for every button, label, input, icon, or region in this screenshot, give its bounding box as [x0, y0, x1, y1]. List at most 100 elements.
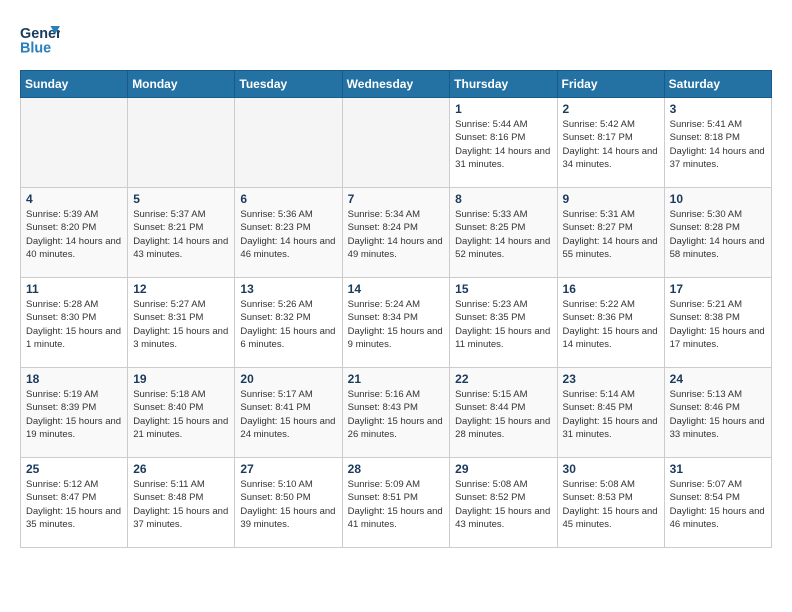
calendar-day-cell: 9Sunrise: 5:31 AMSunset: 8:27 PMDaylight… [557, 188, 664, 278]
calendar-day-cell: 27 Sunrise: 5:10 AMSunset: 8:50 PMDayligh… [235, 458, 342, 548]
day-info: Sunrise: 5:22 AMSunset: 8:36 PMDaylight:… [563, 298, 659, 351]
day-info: Sunrise: 5:15 AMSunset: 8:44 PMDaylight:… [455, 388, 551, 441]
day-number: 19 [133, 372, 229, 386]
day-info: Sunrise: 5:42 AMSunset: 8:17 PMDaylight:… [563, 118, 659, 171]
day-info: Sunrise: 5:23 AMSunset: 8:35 PMDaylight:… [455, 298, 551, 351]
day-info: Sunrise: 5:28 AMSunset: 8:30 PMDaylight:… [26, 298, 122, 351]
calendar-day-cell: 20 Sunrise: 5:17 AMSunset: 8:41 PMDayligh… [235, 368, 342, 458]
calendar-day-cell: 4 Sunrise: 5:39 AMSunset: 8:20 PMDaylight… [21, 188, 128, 278]
calendar-day-cell: 10 Sunrise: 5:30 AMSunset: 8:28 PMDayligh… [664, 188, 771, 278]
day-number: 10 [670, 192, 766, 206]
day-info: Sunrise: 5:14 AMSunset: 8:45 PMDaylight:… [563, 388, 659, 441]
calendar-day-cell: 19Sunrise: 5:18 AMSunset: 8:40 PMDayligh… [128, 368, 235, 458]
day-info: Sunrise: 5:31 AMSunset: 8:27 PMDaylight:… [563, 208, 659, 261]
weekday-header-cell: Wednesday [342, 71, 450, 98]
day-number: 5 [133, 192, 229, 206]
weekday-header-cell: Sunday [21, 71, 128, 98]
weekday-header-row: SundayMondayTuesdayWednesdayThursdayFrid… [21, 71, 772, 98]
calendar-day-cell: 18 Sunrise: 5:19 AMSunset: 8:39 PMDayligh… [21, 368, 128, 458]
calendar-week-row: 4 Sunrise: 5:39 AMSunset: 8:20 PMDaylight… [21, 188, 772, 278]
day-info: Sunrise: 5:09 AMSunset: 8:51 PMDaylight:… [348, 478, 445, 531]
day-number: 17 [670, 282, 766, 296]
day-number: 21 [348, 372, 445, 386]
calendar-day-cell: 14 Sunrise: 5:24 AMSunset: 8:34 PMDayligh… [342, 278, 450, 368]
calendar-day-cell: 13 Sunrise: 5:26 AMSunset: 8:32 PMDayligh… [235, 278, 342, 368]
day-number: 6 [240, 192, 336, 206]
day-info: Sunrise: 5:37 AMSunset: 8:21 PMDaylight:… [133, 208, 229, 261]
calendar-day-cell: 1 Sunrise: 5:44 AMSunset: 8:16 PMDaylight… [450, 98, 557, 188]
day-number: 7 [348, 192, 445, 206]
day-number: 4 [26, 192, 122, 206]
day-info: Sunrise: 5:11 AMSunset: 8:48 PMDaylight:… [133, 478, 229, 531]
day-number: 20 [240, 372, 336, 386]
day-info: Sunrise: 5:30 AMSunset: 8:28 PMDaylight:… [670, 208, 766, 261]
calendar-day-cell: 15 Sunrise: 5:23 AMSunset: 8:35 PMDayligh… [450, 278, 557, 368]
calendar-day-cell: 5 Sunrise: 5:37 AMSunset: 8:21 PMDaylight… [128, 188, 235, 278]
day-info: Sunrise: 5:10 AMSunset: 8:50 PMDaylight:… [240, 478, 336, 531]
calendar-week-row: 18 Sunrise: 5:19 AMSunset: 8:39 PMDayligh… [21, 368, 772, 458]
day-number: 31 [670, 462, 766, 476]
day-number: 27 [240, 462, 336, 476]
day-info: Sunrise: 5:44 AMSunset: 8:16 PMDaylight:… [455, 118, 551, 171]
day-number: 22 [455, 372, 551, 386]
calendar-day-cell: 30 Sunrise: 5:08 AMSunset: 8:53 PMDayligh… [557, 458, 664, 548]
day-info: Sunrise: 5:24 AMSunset: 8:34 PMDaylight:… [348, 298, 445, 351]
calendar-day-cell: 22 Sunrise: 5:15 AMSunset: 8:44 PMDayligh… [450, 368, 557, 458]
day-info: Sunrise: 5:21 AMSunset: 8:38 PMDaylight:… [670, 298, 766, 351]
day-number: 13 [240, 282, 336, 296]
weekday-header-cell: Friday [557, 71, 664, 98]
calendar-day-cell [128, 98, 235, 188]
calendar-day-cell: 8 Sunrise: 5:33 AMSunset: 8:25 PMDaylight… [450, 188, 557, 278]
day-info: Sunrise: 5:08 AMSunset: 8:53 PMDaylight:… [563, 478, 659, 531]
day-number: 15 [455, 282, 551, 296]
day-number: 1 [455, 102, 551, 116]
day-number: 14 [348, 282, 445, 296]
day-info: Sunrise: 5:16 AMSunset: 8:43 PMDaylight:… [348, 388, 445, 441]
calendar-day-cell: 21 Sunrise: 5:16 AMSunset: 8:43 PMDayligh… [342, 368, 450, 458]
calendar-day-cell: 7 Sunrise: 5:34 AMSunset: 8:24 PMDaylight… [342, 188, 450, 278]
day-info: Sunrise: 5:34 AMSunset: 8:24 PMDaylight:… [348, 208, 445, 261]
calendar-week-row: 25 Sunrise: 5:12 AMSunset: 8:47 PMDayligh… [21, 458, 772, 548]
day-info: Sunrise: 5:07 AMSunset: 8:54 PMDaylight:… [670, 478, 766, 531]
weekday-header-cell: Thursday [450, 71, 557, 98]
day-number: 26 [133, 462, 229, 476]
calendar-week-row: 1 Sunrise: 5:44 AMSunset: 8:16 PMDaylight… [21, 98, 772, 188]
calendar-week-row: 11Sunrise: 5:28 AMSunset: 8:30 PMDayligh… [21, 278, 772, 368]
day-number: 16 [563, 282, 659, 296]
day-number: 28 [348, 462, 445, 476]
day-info: Sunrise: 5:39 AMSunset: 8:20 PMDaylight:… [26, 208, 122, 261]
day-number: 8 [455, 192, 551, 206]
day-number: 30 [563, 462, 659, 476]
calendar-table: SundayMondayTuesdayWednesdayThursdayFrid… [20, 70, 772, 548]
calendar-day-cell: 23 Sunrise: 5:14 AMSunset: 8:45 PMDayligh… [557, 368, 664, 458]
day-info: Sunrise: 5:36 AMSunset: 8:23 PMDaylight:… [240, 208, 336, 261]
day-number: 12 [133, 282, 229, 296]
weekday-header-cell: Saturday [664, 71, 771, 98]
day-info: Sunrise: 5:19 AMSunset: 8:39 PMDaylight:… [26, 388, 122, 441]
calendar-day-cell: 3Sunrise: 5:41 AMSunset: 8:18 PMDaylight… [664, 98, 771, 188]
calendar-day-cell: 6 Sunrise: 5:36 AMSunset: 8:23 PMDaylight… [235, 188, 342, 278]
day-number: 18 [26, 372, 122, 386]
calendar-day-cell [235, 98, 342, 188]
calendar-body: 1 Sunrise: 5:44 AMSunset: 8:16 PMDaylight… [21, 98, 772, 548]
calendar-day-cell: 25 Sunrise: 5:12 AMSunset: 8:47 PMDayligh… [21, 458, 128, 548]
calendar-day-cell: 11Sunrise: 5:28 AMSunset: 8:30 PMDayligh… [21, 278, 128, 368]
day-info: Sunrise: 5:26 AMSunset: 8:32 PMDaylight:… [240, 298, 336, 351]
weekday-header-cell: Monday [128, 71, 235, 98]
day-info: Sunrise: 5:08 AMSunset: 8:52 PMDaylight:… [455, 478, 551, 531]
day-number: 23 [563, 372, 659, 386]
logo: General Blue [20, 20, 60, 60]
weekday-header-cell: Tuesday [235, 71, 342, 98]
day-info: Sunrise: 5:33 AMSunset: 8:25 PMDaylight:… [455, 208, 551, 261]
calendar-day-cell: 2Sunrise: 5:42 AMSunset: 8:17 PMDaylight… [557, 98, 664, 188]
calendar-day-cell: 16 Sunrise: 5:22 AMSunset: 8:36 PMDayligh… [557, 278, 664, 368]
svg-text:Blue: Blue [20, 40, 51, 56]
day-info: Sunrise: 5:12 AMSunset: 8:47 PMDaylight:… [26, 478, 122, 531]
day-info: Sunrise: 5:17 AMSunset: 8:41 PMDaylight:… [240, 388, 336, 441]
calendar-day-cell: 26 Sunrise: 5:11 AMSunset: 8:48 PMDayligh… [128, 458, 235, 548]
day-number: 29 [455, 462, 551, 476]
day-info: Sunrise: 5:13 AMSunset: 8:46 PMDaylight:… [670, 388, 766, 441]
calendar-day-cell: 12Sunrise: 5:27 AMSunset: 8:31 PMDayligh… [128, 278, 235, 368]
day-number: 24 [670, 372, 766, 386]
day-number: 25 [26, 462, 122, 476]
